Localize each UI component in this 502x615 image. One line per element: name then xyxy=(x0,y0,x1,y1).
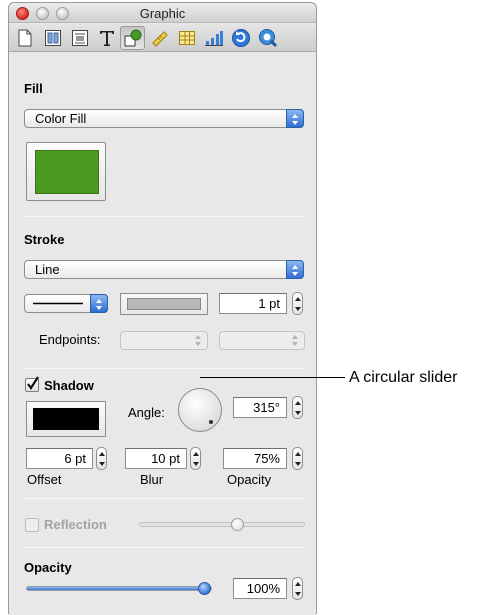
shadow-opacity-label: Opacity xyxy=(227,472,272,487)
divider xyxy=(24,498,304,499)
opacity-field[interactable]: 100% xyxy=(233,578,287,599)
divider xyxy=(24,368,304,369)
shadow-angle-field[interactable]: 315° xyxy=(233,397,287,418)
angle-circular-slider[interactable] xyxy=(178,388,222,432)
stepper-arrows-icon xyxy=(193,452,199,466)
popup-arrows-icon xyxy=(287,331,305,350)
inspector-toolbar xyxy=(9,24,316,52)
fill-section-label: Fill xyxy=(24,81,43,96)
shadow-offset-field[interactable]: 6 pt xyxy=(26,448,93,469)
document-icon xyxy=(18,29,31,47)
opacity-stepper[interactable] xyxy=(292,577,303,600)
stroke-width-stepper[interactable] xyxy=(292,292,303,315)
popup-arrows-icon xyxy=(90,294,108,313)
wrap-inspector-button[interactable] xyxy=(67,26,92,50)
callout-line xyxy=(200,377,345,378)
qt-icon xyxy=(258,29,277,48)
line-style-preview-icon xyxy=(33,302,83,305)
text-icon xyxy=(99,31,114,46)
popup-arrows-icon xyxy=(286,260,304,279)
shadow-opacity-stepper[interactable] xyxy=(292,447,303,470)
wrap-icon xyxy=(71,30,88,46)
stepper-arrows-icon xyxy=(295,582,301,596)
shadow-color-well[interactable] xyxy=(26,401,106,437)
fill-type-popup[interactable]: Color Fill xyxy=(24,109,304,128)
shadow-section-label: Shadow xyxy=(44,378,94,393)
text-inspector-button[interactable] xyxy=(94,26,119,50)
graphic-inspector-button[interactable] xyxy=(120,26,145,50)
metrics-inspector-button[interactable] xyxy=(147,26,172,50)
window-title: Graphic xyxy=(139,6,186,21)
stroke-section-label: Stroke xyxy=(24,232,65,247)
popup-arrows-icon xyxy=(286,109,304,128)
reflection-slider-knob[interactable] xyxy=(230,518,244,531)
popup-arrows-icon xyxy=(190,331,208,350)
chart-icon xyxy=(204,31,223,46)
shadow-opacity-field[interactable]: 75% xyxy=(223,448,287,469)
stepper-arrows-icon xyxy=(295,297,301,311)
stroke-width-field[interactable]: 1 pt xyxy=(219,293,287,314)
opacity-slider[interactable] xyxy=(26,582,212,595)
link-inspector-button[interactable] xyxy=(228,26,253,50)
metrics-icon xyxy=(151,31,168,47)
shadow-blur-field[interactable]: 10 pt xyxy=(125,448,187,469)
shadow-blur-label: Blur xyxy=(140,472,164,487)
graphic-inspector-window: Graphic Fill Color Fill Stroke Line 1 pt… xyxy=(8,2,317,615)
fill-color-well[interactable] xyxy=(26,142,106,201)
angle-label: Angle: xyxy=(128,405,165,420)
title-bar[interactable]: Graphic xyxy=(9,3,316,23)
shadow-offset-label: Offset xyxy=(27,472,62,487)
shadow-blur-stepper[interactable] xyxy=(190,447,201,470)
stroke-type-popup[interactable]: Line xyxy=(24,260,304,279)
table-icon xyxy=(178,31,195,45)
stepper-arrows-icon xyxy=(295,401,301,415)
opacity-slider-knob[interactable] xyxy=(198,582,211,595)
qt-inspector-button[interactable] xyxy=(255,26,280,50)
reflection-checkbox[interactable] xyxy=(25,518,39,532)
opacity-slider-fill xyxy=(27,587,204,590)
opacity-section-label: Opacity xyxy=(24,560,72,575)
layout-icon xyxy=(44,30,61,46)
divider xyxy=(24,547,304,548)
line-style-popup[interactable] xyxy=(24,294,108,313)
reflection-label: Reflection xyxy=(44,517,107,532)
shadow-angle-stepper[interactable] xyxy=(292,396,303,419)
reflection-slider[interactable] xyxy=(139,518,305,531)
end-endpoint-popup[interactable] xyxy=(219,331,305,350)
shadow-checkbox[interactable] xyxy=(25,376,39,392)
divider xyxy=(24,216,304,217)
chart-inspector-button[interactable] xyxy=(201,26,226,50)
fill-color-swatch xyxy=(35,150,99,194)
stroke-color-swatch xyxy=(127,298,201,310)
layout-inspector-button[interactable] xyxy=(40,26,65,50)
checkmark-icon xyxy=(27,376,39,390)
shadow-color-swatch xyxy=(33,408,99,430)
shadow-offset-stepper[interactable] xyxy=(96,447,107,470)
start-endpoint-popup[interactable] xyxy=(120,331,208,350)
stepper-arrows-icon xyxy=(99,452,105,466)
graphic-icon xyxy=(124,29,141,47)
inspector-content: Fill Color Fill Stroke Line 1 pt Endpoin… xyxy=(9,53,316,615)
stroke-color-well[interactable] xyxy=(120,293,208,315)
document-inspector-button[interactable] xyxy=(12,26,37,50)
endpoints-label: Endpoints: xyxy=(39,332,101,347)
table-inspector-button[interactable] xyxy=(174,26,199,50)
callout-label: A circular slider xyxy=(349,369,458,386)
stroke-type-value: Line xyxy=(35,262,60,277)
angle-indicator-dot xyxy=(209,420,213,424)
link-icon xyxy=(231,29,250,47)
fill-type-value: Color Fill xyxy=(35,111,87,126)
stepper-arrows-icon xyxy=(295,452,301,466)
